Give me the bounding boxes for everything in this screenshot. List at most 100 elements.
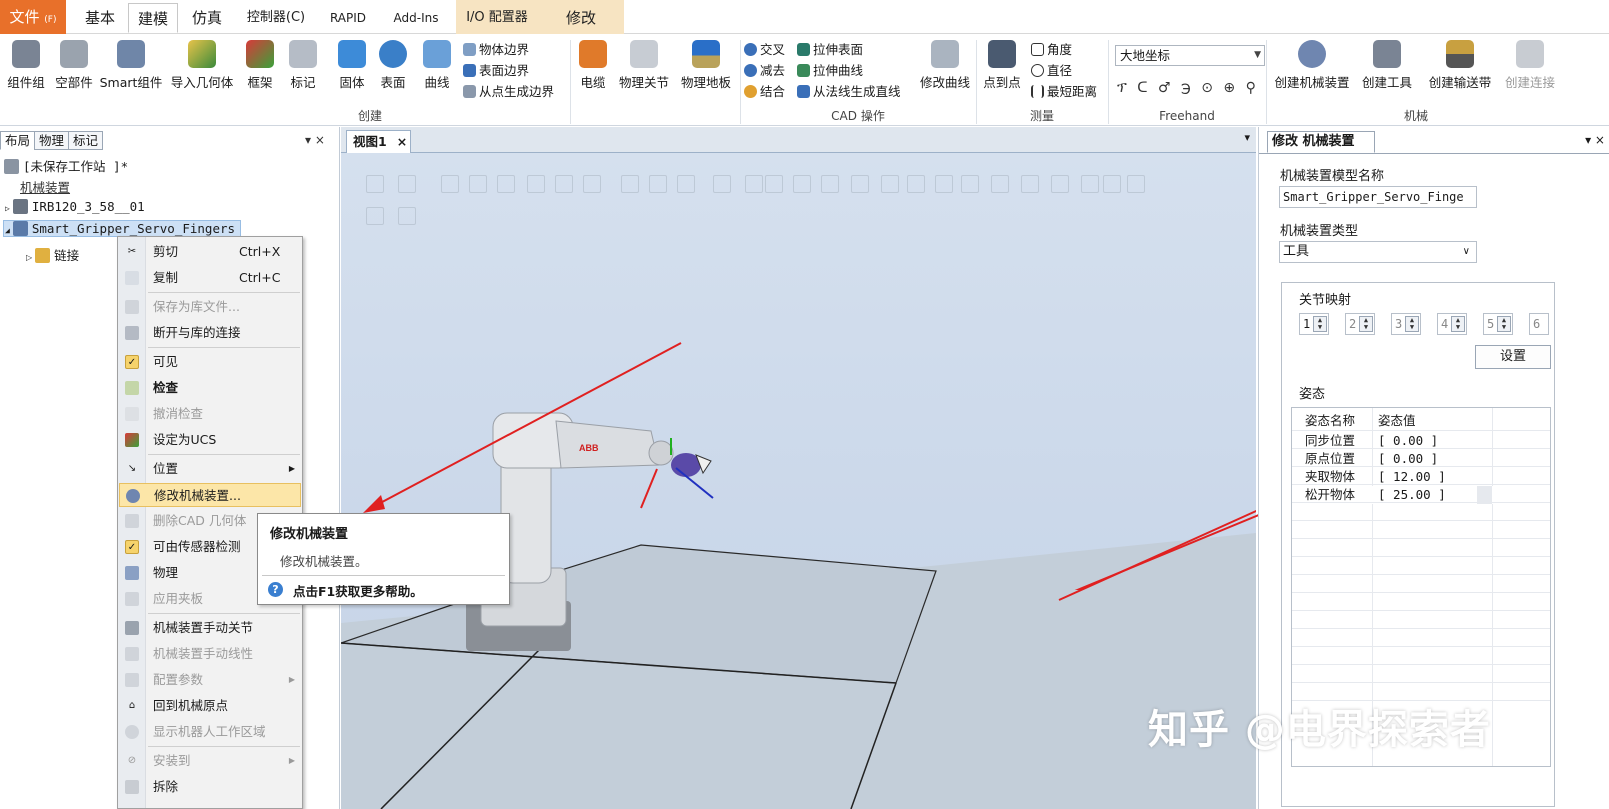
extrude-curve-icon — [797, 64, 810, 77]
boundary-from-points-button[interactable]: 从点生成边界 — [463, 82, 554, 102]
frame-button[interactable]: 框架 — [243, 40, 277, 91]
menu-item-jog-joint[interactable]: 机械装置手动关节 — [119, 616, 301, 640]
import-geometry-button[interactable]: 导入几何体 — [167, 40, 237, 91]
union-button[interactable]: 结合 — [744, 82, 785, 102]
extrude-curve-button[interactable]: 拉伸曲线 — [797, 61, 863, 81]
surface-boundary-button[interactable]: 表面边界 — [463, 61, 529, 81]
shortest-distance-button[interactable]: 最短距离 — [1031, 82, 1097, 102]
menu-item-save-library[interactable]: 保存为库文件... — [119, 295, 301, 319]
menu-item-undo-inspect[interactable]: 撤消检查 — [119, 402, 301, 426]
joint-stepper-1[interactable]: 1 ▲ ▼ — [1299, 313, 1329, 335]
object-boundary-label: 物体边界 — [479, 42, 530, 57]
tab-tags[interactable]: 标记 — [68, 131, 104, 150]
tab-basic[interactable]: 基本 — [76, 3, 124, 33]
tree-gripper[interactable]: ◢ Smart_Gripper_Servo_Fingers — [3, 220, 242, 237]
menu-separator — [148, 746, 300, 747]
joint-stepper-3[interactable]: 3 ▲ ▼ — [1391, 313, 1421, 335]
create-mechanism-button[interactable]: 创建机械装置 — [1270, 40, 1354, 91]
menu-item-inspect[interactable]: 检查 — [119, 376, 301, 400]
tab-addins[interactable]: Add-Ins — [384, 3, 448, 33]
gripper-icon — [12, 221, 28, 236]
subtract-button[interactable]: 减去 — [744, 61, 785, 81]
diameter-button[interactable]: 直径 — [1031, 61, 1072, 81]
menu-item-detach[interactable]: 拆除 — [119, 775, 301, 799]
group-create-label: 创建 — [357, 109, 382, 123]
tab-rapid[interactable]: RAPID — [320, 3, 376, 33]
extrude-surface-button[interactable]: 拉伸表面 — [797, 40, 863, 60]
menu-item-copy[interactable]: 复制 Ctrl+C — [119, 266, 301, 290]
stepper-arrows-icon[interactable]: ▲ ▼ — [1451, 316, 1465, 332]
menu-item-cut[interactable]: ✂ 剪切 Ctrl+X — [119, 240, 301, 264]
object-boundary-button[interactable]: 物体边界 — [463, 40, 529, 60]
mechanism-type-value: 工具 — [1283, 244, 1310, 259]
panel-controls[interactable]: ▾ × — [305, 133, 325, 147]
tab-controller[interactable]: 控制器(C) — [238, 3, 314, 33]
tree-links[interactable]: ▷ 链接 — [26, 245, 79, 264]
stepper-arrows-icon[interactable]: ▲ ▼ — [1405, 316, 1419, 332]
menu-item-work-area[interactable]: 显示机器人工作区域 — [119, 720, 301, 744]
menu-item-set-ucs[interactable]: 设定为UCS — [119, 428, 301, 452]
tree-mechanisms[interactable]: 机械装置 — [20, 177, 70, 196]
tree-station[interactable]: [未保存工作站 ]* — [4, 156, 128, 175]
solid-button[interactable]: 固体 — [335, 40, 369, 91]
menu-item-position[interactable]: ↘ 位置 ▶ — [119, 457, 301, 481]
grid-row-line — [1292, 610, 1550, 611]
joint-stepper-5[interactable]: 5 ▲ ▼ — [1483, 313, 1513, 335]
pose-value-header: 姿态值 — [1378, 413, 1416, 428]
menu-item-disconnect-library[interactable]: 断开与库的连接 — [119, 321, 301, 345]
curve-label: 曲线 — [424, 75, 450, 90]
shortest-distance-icon — [1031, 85, 1044, 98]
tab-physics[interactable]: 物理 — [34, 131, 70, 150]
model-name-input[interactable]: Smart_Gripper_Servo_Finge — [1279, 186, 1477, 208]
stepper-arrows-icon[interactable]: ▲ ▼ — [1497, 316, 1511, 332]
tab-modify[interactable]: 修改 — [538, 0, 624, 34]
menu-item-modify-mechanism[interactable]: 修改机械装置... — [119, 483, 301, 507]
component-group-button[interactable]: 组件组 — [4, 40, 48, 91]
position-label: 位置 — [153, 461, 179, 476]
mechanism-type-select[interactable]: 工具 ∨ — [1279, 241, 1477, 263]
menu-item-visible[interactable]: ✓ 可见 — [119, 350, 301, 374]
smart-component-button[interactable]: Smart组件 — [99, 40, 163, 91]
intersect-button[interactable]: 交叉 — [744, 40, 785, 60]
tree-robot[interactable]: ▷ IRB120_3_58__01 — [5, 199, 145, 214]
point-to-point-button[interactable]: 点到点 — [979, 40, 1025, 91]
angle-button[interactable]: 角度 — [1031, 40, 1072, 60]
gear-icon — [1298, 40, 1326, 68]
surface-button[interactable]: 表面 — [376, 40, 410, 91]
tab-layout[interactable]: 布局 — [0, 131, 36, 150]
tab-modify-mechanism[interactable]: 修改 机械装置 — [1267, 131, 1375, 153]
tag-button[interactable]: 标记 — [286, 40, 320, 91]
create-connection-button[interactable]: 创建连接 — [1500, 40, 1560, 91]
curve-button[interactable]: 曲线 — [420, 40, 454, 91]
set-button[interactable]: 设置 — [1475, 345, 1551, 369]
view-panel-arrow[interactable]: ▾ — [1244, 131, 1250, 144]
menu-item-attach-to[interactable]: ⊘ 安装到 ▶ — [119, 749, 301, 773]
physics-floor-button[interactable]: 物理地板 — [677, 40, 735, 91]
union-label: 结合 — [760, 84, 786, 99]
reference-frame-select[interactable]: 大地坐标 ▼ — [1115, 45, 1265, 66]
panel-controls[interactable]: ▾ × — [1585, 133, 1605, 147]
stepper-arrows-icon[interactable]: ▲ ▼ — [1359, 316, 1373, 332]
tab-io-configurator[interactable]: I/O 配置器 — [456, 0, 538, 34]
modify-curve-button[interactable]: 修改曲线 — [915, 40, 975, 91]
menu-file[interactable]: 文件 (F) — [0, 0, 66, 34]
joint-stepper-6[interactable]: 6 — [1529, 313, 1549, 335]
visible-label: 可见 — [153, 354, 179, 369]
joint-stepper-2[interactable]: 2 ▲ ▼ — [1345, 313, 1375, 335]
cable-button[interactable]: 电缆 — [575, 40, 611, 91]
menu-item-home[interactable]: ⌂ 回到机械原点 — [119, 694, 301, 718]
line-from-normal-button[interactable]: 从法线生成直线 — [797, 82, 901, 102]
create-tool-button[interactable]: 创建工具 — [1358, 40, 1416, 91]
create-conveyor-button[interactable]: 创建输送带 — [1424, 40, 1496, 91]
menu-item-config-params[interactable]: 配置参数 ▶ — [119, 668, 301, 692]
tab-view1[interactable]: 视图1 × — [346, 130, 411, 153]
close-icon[interactable]: × — [397, 134, 407, 149]
stepper-arrows-icon[interactable]: ▲ ▼ — [1313, 316, 1327, 332]
freehand-tools[interactable]: ፕ ᑕ ♂ ℈ ⊙ ⊕ ⚲ — [1117, 78, 1259, 98]
joint-stepper-4[interactable]: 4 ▲ ▼ — [1437, 313, 1467, 335]
tab-modeling[interactable]: 建模 — [128, 3, 178, 33]
physics-joint-button[interactable]: 物理关节 — [615, 40, 673, 91]
tab-simulation[interactable]: 仿真 — [182, 3, 232, 33]
menu-item-jog-linear[interactable]: 机械装置手动线性 — [119, 642, 301, 666]
empty-part-button[interactable]: 空部件 — [50, 40, 98, 91]
